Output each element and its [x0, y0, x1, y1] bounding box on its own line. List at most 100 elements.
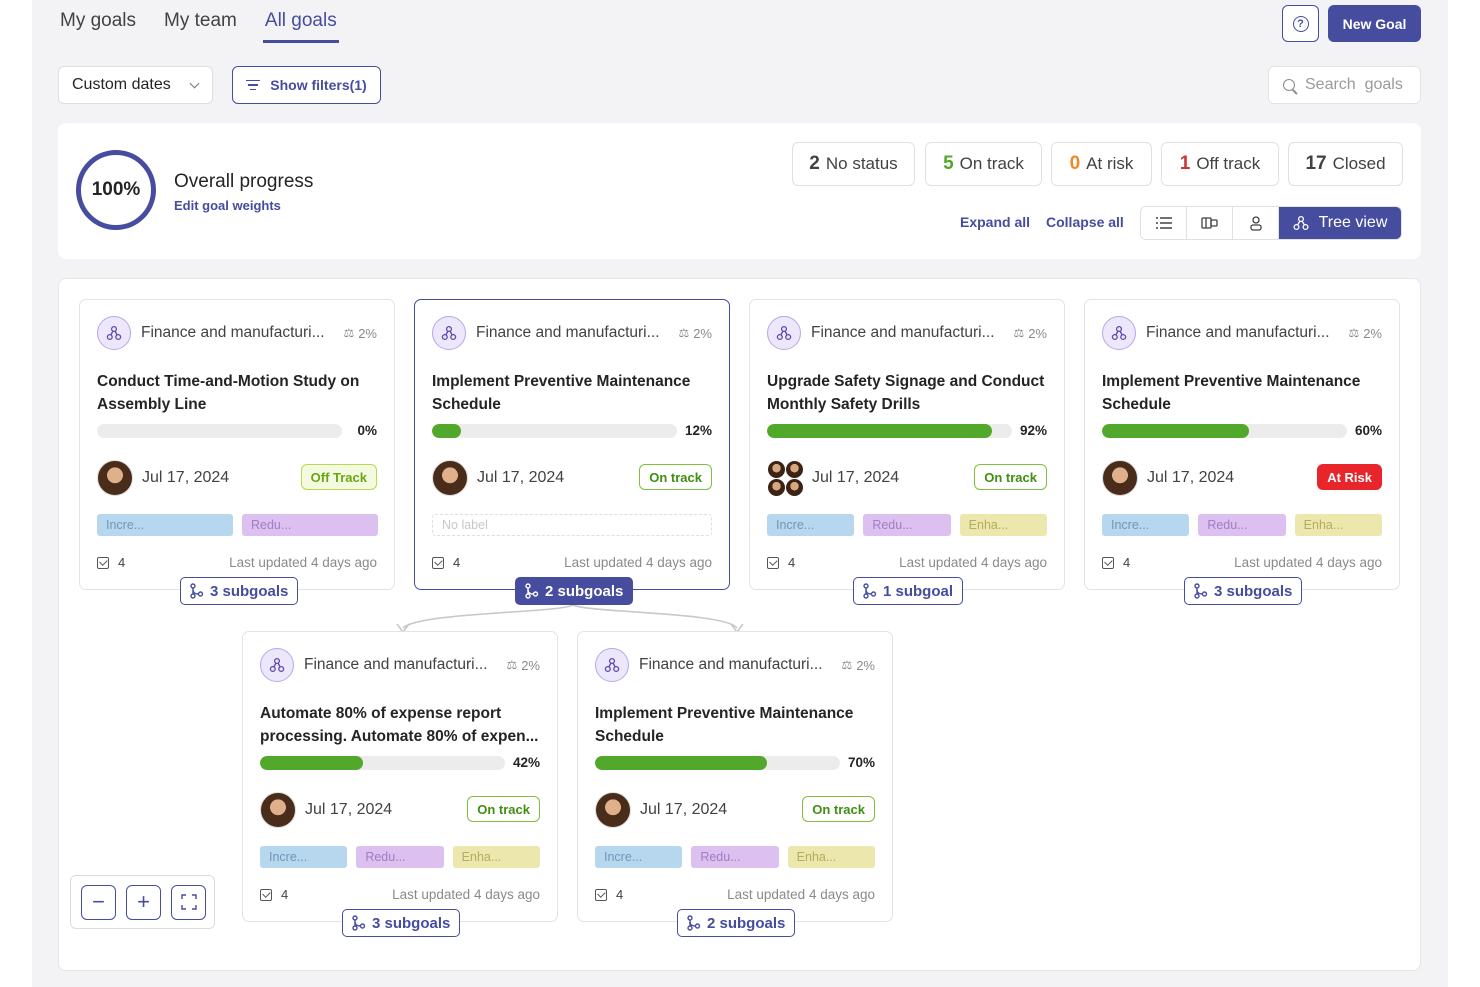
goal-title[interactable]: Conduct Time-and-Motion Study on Assembl… [97, 370, 379, 416]
progress-fill [260, 756, 363, 770]
goal-labels: No label [432, 514, 712, 536]
goal-label-tag[interactable]: Enha... [1294, 514, 1382, 536]
subgoals-toggle-button[interactable]: 2 subgoals [677, 909, 796, 937]
avatar[interactable] [97, 460, 133, 496]
goal-card[interactable]: Finance and manufacturi... ⚖ 2% Implemen… [414, 299, 730, 590]
goal-card-header: Finance and manufacturi... ⚖ 2% [97, 316, 377, 350]
fit-to-screen-button[interactable] [171, 884, 206, 920]
checkbox-icon [260, 888, 272, 901]
subgoals-label: 3 subgoals [210, 582, 289, 600]
status-badge[interactable]: Off Track [300, 464, 377, 490]
goal-label-tag[interactable]: Redu... [356, 846, 444, 868]
goal-card[interactable]: Finance and manufacturi... ⚖ 2% Implemen… [577, 631, 893, 922]
goal-type-icon [767, 316, 801, 350]
goal-weight-value: 2% [1363, 325, 1382, 341]
avatar[interactable] [1102, 460, 1138, 496]
subgoal-icon [352, 915, 366, 931]
progress-fill [595, 756, 767, 770]
goal-labels: Incre... Redu... Enha... [260, 846, 540, 868]
goal-card-footer: 4 Last updated 4 days ago [767, 555, 1047, 570]
goal-title[interactable]: Upgrade Safety Signage and Conduct Month… [767, 370, 1049, 416]
status-badge[interactable]: On track [974, 464, 1047, 490]
goal-label-tag[interactable]: Incre... [97, 514, 233, 536]
progress-fill [1102, 424, 1249, 438]
goal-title[interactable]: Implement Preventive Maintenance Schedul… [1102, 370, 1384, 416]
status-badge[interactable]: On track [802, 796, 875, 822]
checkbox-icon [432, 556, 444, 569]
avatar[interactable] [595, 792, 631, 828]
subgoals-toggle-button[interactable]: 2 subgoals [515, 577, 634, 605]
goal-label-tag[interactable]: Enha... [452, 846, 540, 868]
goal-card-header: Finance and manufacturi... ⚖ 2% [260, 648, 540, 682]
last-updated: Last updated 4 days ago [1234, 555, 1382, 570]
scale-icon: ⚖ [1013, 326, 1025, 340]
status-badge[interactable]: At Risk [1317, 464, 1382, 490]
minus-icon: − [92, 889, 105, 914]
last-updated: Last updated 4 days ago [899, 555, 1047, 570]
goal-card-footer: 4 Last updated 4 days ago [97, 555, 377, 570]
scale-icon: ⚖ [506, 658, 518, 672]
avatar-group[interactable] [767, 460, 805, 498]
subgoals-label: 3 subgoals [1214, 582, 1293, 600]
goal-card[interactable]: Finance and manufacturi... ⚖ 2% Upgrade … [749, 299, 1065, 590]
goal-card-header: Finance and manufacturi... ⚖ 2% [1102, 316, 1382, 350]
avatar[interactable] [432, 460, 468, 496]
goal-card[interactable]: Finance and manufacturi... ⚖ 2% Implemen… [1084, 299, 1400, 590]
fit-screen-icon [180, 894, 197, 910]
subgoals-label: 1 subgoal [883, 582, 954, 600]
goal-label-tag[interactable]: Enha... [787, 846, 875, 868]
goal-card-header: Finance and manufacturi... ⚖ 2% [767, 316, 1047, 350]
avatar[interactable] [260, 792, 296, 828]
goal-progress-percent: 42% [512, 755, 540, 770]
goal-progress-percent: 60% [1354, 423, 1382, 438]
goal-label-tag[interactable]: Incre... [595, 846, 683, 868]
goal-label-tag[interactable]: Redu... [242, 514, 378, 536]
goal-title[interactable]: Implement Preventive Maintenance Schedul… [595, 702, 877, 748]
goal-labels: Incre... Redu... Enha... [595, 846, 875, 868]
goal-label-tag[interactable]: Incre... [260, 846, 348, 868]
status-badge[interactable]: On track [639, 464, 712, 490]
subgoals-toggle-button[interactable]: 1 subgoal [853, 577, 964, 605]
last-updated: Last updated 4 days ago [392, 887, 540, 902]
last-updated: Last updated 4 days ago [727, 887, 875, 902]
no-label-placeholder[interactable]: No label [432, 514, 712, 536]
goal-progress-percent: 92% [1019, 423, 1047, 438]
goal-label-tag[interactable]: Redu... [863, 514, 951, 536]
goal-type-icon [432, 316, 466, 350]
goal-weight: ⚖ 2% [841, 658, 875, 673]
goal-card-footer: 4 Last updated 4 days ago [432, 555, 712, 570]
checkbox-icon [97, 556, 109, 569]
goal-type-icon [595, 648, 629, 682]
goal-title[interactable]: Automate 80% of expense report processin… [260, 702, 542, 748]
plus-icon: + [137, 889, 150, 914]
task-count: 4 [118, 555, 126, 570]
progress-fill [432, 424, 462, 438]
goal-due-date: Jul 17, 2024 [305, 801, 393, 818]
goal-due-date: Jul 17, 2024 [640, 801, 728, 818]
goal-title[interactable]: Implement Preventive Maintenance Schedul… [432, 370, 714, 416]
goal-labels: Incre... Redu... Enha... [767, 514, 1047, 536]
goal-label-tag[interactable]: Redu... [691, 846, 779, 868]
zoom-out-button[interactable]: − [81, 884, 116, 920]
goal-weight-value: 2% [856, 657, 875, 673]
task-count: 4 [1123, 555, 1131, 570]
task-count: 4 [281, 887, 289, 902]
progress-fill [767, 424, 993, 438]
tree-connector-left [402, 604, 574, 629]
goal-weight-value: 2% [1028, 325, 1047, 341]
goal-label-tag[interactable]: Incre... [767, 514, 855, 536]
tree-connector-right [572, 604, 738, 629]
zoom-controls: − + [70, 875, 215, 929]
status-badge[interactable]: On track [467, 796, 540, 822]
goal-label-tag[interactable]: Enha... [959, 514, 1047, 536]
subgoals-toggle-button[interactable]: 3 subgoals [180, 577, 299, 605]
task-count: 4 [788, 555, 796, 570]
goal-label-tag[interactable]: Redu... [1198, 514, 1286, 536]
goal-card[interactable]: Finance and manufacturi... ⚖ 2% Automate… [242, 631, 558, 922]
subgoals-label: 2 subgoals [545, 582, 624, 600]
goal-card[interactable]: Finance and manufacturi... ⚖ 2% Conduct … [79, 299, 395, 590]
subgoals-toggle-button[interactable]: 3 subgoals [1184, 577, 1303, 605]
zoom-in-button[interactable]: + [126, 884, 161, 920]
subgoals-toggle-button[interactable]: 3 subgoals [342, 909, 461, 937]
goal-label-tag[interactable]: Incre... [1102, 514, 1190, 536]
